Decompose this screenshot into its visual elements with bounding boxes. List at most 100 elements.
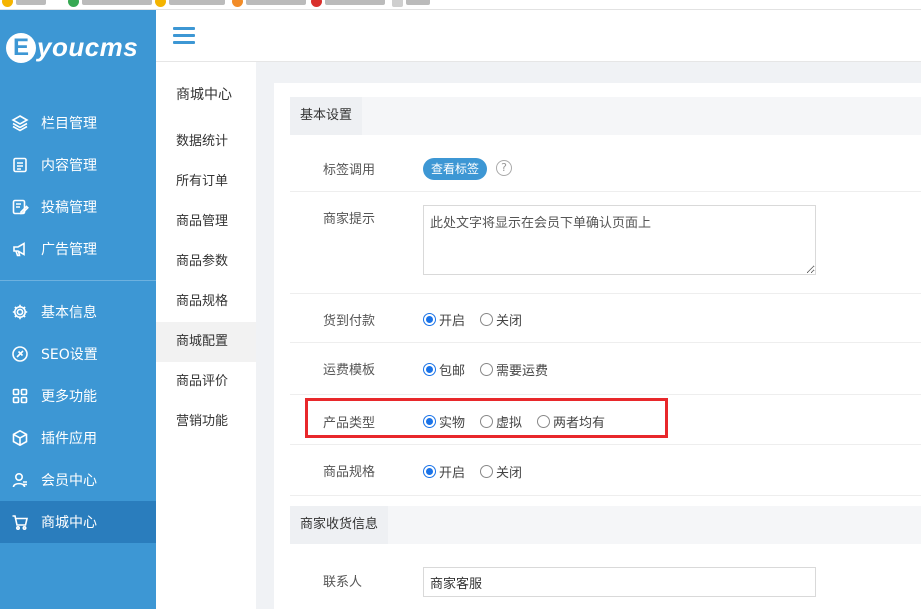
submenu-item-orders[interactable]: 所有订单 xyxy=(156,162,256,202)
product-type-radio-group: 实物 虚拟 两者均有 xyxy=(423,412,620,431)
logo-mark: E xyxy=(6,32,36,63)
bookmark-icon xyxy=(68,0,79,7)
logo[interactable]: E youcms xyxy=(6,32,138,63)
layers-icon xyxy=(11,114,29,132)
contact-label: 联系人 xyxy=(323,575,363,590)
logo-text: youcms xyxy=(37,32,139,62)
radio-unchecked-icon xyxy=(480,363,494,376)
freight-radio-group: 包邮 需要运费 xyxy=(423,360,563,379)
bookmark-item[interactable] xyxy=(155,0,225,8)
star-icon xyxy=(2,0,13,7)
sidebar-nav-main: 栏目管理 内容管理 投稿管理 广告管理 基本信息 SEO设置 更多功能 插件应用… xyxy=(0,102,156,543)
radio-checked-icon xyxy=(423,415,436,428)
cod-label: 货到付款 xyxy=(323,314,376,329)
submenu: 商城中心 数据统计 所有订单 商品管理 商品参数 商品规格 商城配置 商品评价 … xyxy=(156,62,256,609)
section-header-basic: 基本设置 xyxy=(290,97,921,135)
sidebar-item-column[interactable]: 栏目管理 xyxy=(0,102,156,144)
bookmark-item[interactable] xyxy=(392,0,430,8)
cube-icon xyxy=(11,429,29,447)
grid-icon xyxy=(11,387,29,405)
sidebar-item-label: 栏目管理 xyxy=(41,116,97,132)
document-icon xyxy=(11,156,29,174)
radio-unchecked-icon xyxy=(480,313,494,326)
freight-free-radio[interactable]: 包邮 xyxy=(423,360,465,379)
product-type-virtual-radio[interactable]: 虚拟 xyxy=(480,412,522,431)
submenu-list: 数据统计 所有订单 商品管理 商品参数 商品规格 商城配置 商品评价 营销功能 xyxy=(156,122,256,442)
bookmark-icon xyxy=(232,0,243,7)
config-form: 基本设置 标签调用 查看标签 ? 商家提示 货到付款 开启 关闭 运费模板 包邮… xyxy=(274,83,921,609)
submenu-item-reviews[interactable]: 商品评价 xyxy=(156,362,256,402)
sidebar-item-members[interactable]: 会员中心 xyxy=(0,459,156,501)
sidebar-item-plugins[interactable]: 插件应用 xyxy=(0,417,156,459)
freight-paid-radio[interactable]: 需要运费 xyxy=(480,360,548,379)
sidebar-item-label: 内容管理 xyxy=(41,158,97,174)
sidebar-divider xyxy=(0,280,156,281)
megaphone-icon xyxy=(11,240,29,258)
sidebar-item-basic-info[interactable]: 基本信息 xyxy=(0,291,156,333)
radio-checked-icon xyxy=(423,313,436,326)
sidebar-item-content[interactable]: 内容管理 xyxy=(0,144,156,186)
cod-off-radio[interactable]: 关闭 xyxy=(480,310,522,329)
bookmark-item[interactable] xyxy=(2,0,46,8)
contact-input[interactable] xyxy=(423,567,816,597)
radio-unchecked-icon xyxy=(537,415,551,428)
sidebar-item-label: 会员中心 xyxy=(41,473,97,489)
view-tags-button[interactable]: 查看标签 xyxy=(423,158,488,180)
product-type-both-radio[interactable]: 两者均有 xyxy=(537,412,605,431)
submenu-item-marketing[interactable]: 营销功能 xyxy=(156,402,256,442)
merchant-tip-textarea[interactable] xyxy=(423,205,816,275)
top-bar xyxy=(156,10,921,62)
bookmark-icon xyxy=(311,0,322,7)
cod-on-radio[interactable]: 开启 xyxy=(423,310,465,329)
spec-radio-group: 开启 关闭 xyxy=(423,462,537,481)
radio-checked-icon xyxy=(423,465,436,478)
section-header-receive: 商家收货信息 xyxy=(290,506,921,544)
cod-radio-group: 开启 关闭 xyxy=(423,310,537,329)
spec-label: 商品规格 xyxy=(323,465,376,480)
cart-icon xyxy=(11,513,29,531)
bookmark-icon xyxy=(155,0,166,7)
product-type-physical-radio[interactable]: 实物 xyxy=(423,412,465,431)
spec-on-radio[interactable]: 开启 xyxy=(423,462,465,481)
bookmark-item[interactable] xyxy=(232,0,306,8)
sidebar-item-more[interactable]: 更多功能 xyxy=(0,375,156,417)
radio-unchecked-icon xyxy=(480,415,494,428)
row-tag: 标签调用 查看标签 ? xyxy=(290,139,921,192)
sidebar-item-label: 商城中心 xyxy=(41,515,97,531)
sidebar-item-submission[interactable]: 投稿管理 xyxy=(0,186,156,228)
merchant-tip-label: 商家提示 xyxy=(323,212,376,227)
sidebar-item-label: SEO设置 xyxy=(41,347,98,363)
section-title: 基本设置 xyxy=(290,97,363,135)
sidebar: E youcms 栏目管理 内容管理 投稿管理 广告管理 基本信息 SEO设置 xyxy=(0,10,156,609)
row-cod: 货到付款 开启 关闭 xyxy=(290,295,921,343)
submenu-title: 商城中心 xyxy=(176,87,232,103)
submenu-item-products[interactable]: 商品管理 xyxy=(156,202,256,242)
sidebar-item-ads[interactable]: 广告管理 xyxy=(0,228,156,270)
row-product-type: 产品类型 实物 虚拟 两者均有 xyxy=(290,396,921,445)
edit-icon xyxy=(11,198,29,216)
submenu-item-config[interactable]: 商城配置 xyxy=(156,322,256,362)
radio-unchecked-icon xyxy=(480,465,494,478)
row-contact: 联系人 xyxy=(290,553,921,609)
sidebar-item-label: 更多功能 xyxy=(41,389,97,405)
spec-off-radio[interactable]: 关闭 xyxy=(480,462,522,481)
help-icon[interactable]: ? xyxy=(496,160,512,176)
sidebar-item-shop[interactable]: 商城中心 xyxy=(0,501,156,543)
radio-checked-icon xyxy=(423,363,436,376)
bookmark-item[interactable] xyxy=(68,0,152,8)
bookmark-item[interactable] xyxy=(311,0,385,8)
bookmarks-bar xyxy=(0,0,921,10)
sidebar-item-seo[interactable]: SEO设置 xyxy=(0,333,156,375)
menu-toggle-icon[interactable] xyxy=(173,27,195,45)
sidebar-item-label: 广告管理 xyxy=(41,242,97,258)
row-merchant-tip: 商家提示 xyxy=(290,193,921,294)
submenu-item-stats[interactable]: 数据统计 xyxy=(156,122,256,162)
submenu-item-specs[interactable]: 商品规格 xyxy=(156,282,256,322)
seo-icon xyxy=(11,345,29,363)
tag-label: 标签调用 xyxy=(323,163,376,178)
sidebar-item-label: 投稿管理 xyxy=(41,200,97,216)
gear-icon xyxy=(11,303,29,321)
section-title: 商家收货信息 xyxy=(290,506,389,544)
row-spec: 商品规格 开启 关闭 xyxy=(290,446,921,496)
submenu-item-params[interactable]: 商品参数 xyxy=(156,242,256,282)
